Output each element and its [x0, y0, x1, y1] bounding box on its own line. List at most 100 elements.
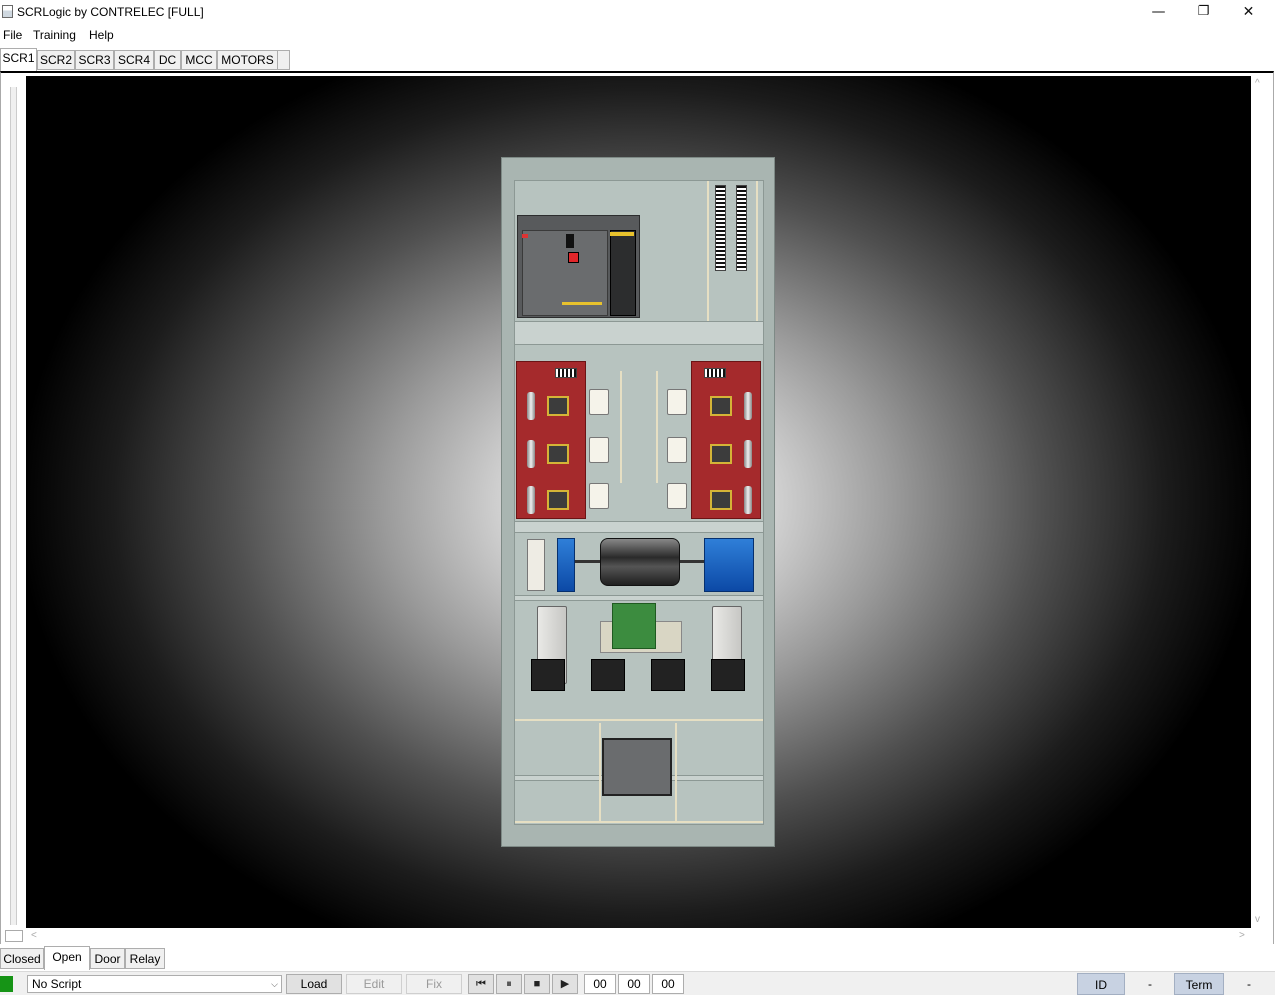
control-transformer[interactable] — [602, 738, 672, 796]
stop-icon[interactable]: ■ — [524, 974, 550, 994]
control-wire — [707, 181, 709, 321]
timer-seconds: 00 — [652, 974, 684, 994]
snubber-capacitor — [744, 392, 752, 420]
scroll-up-arrow[interactable]: ^ — [1255, 78, 1260, 89]
thyristor-module[interactable] — [547, 444, 569, 464]
menu-bar: File Training Help — [0, 25, 1275, 47]
title-bar: SCRLogic by CONTRELEC [FULL] — ❐ ✕ — [0, 0, 1275, 25]
breaker-trip-unit — [610, 230, 636, 316]
timer-minutes: 00 — [618, 974, 650, 994]
script-select-value: No Script — [32, 977, 82, 991]
tab-scr2[interactable]: SCR2 — [37, 50, 75, 70]
scr-bridge-compartment — [515, 349, 763, 519]
pause-icon[interactable]: ⏸ — [496, 974, 522, 994]
menu-file[interactable]: File — [2, 28, 23, 42]
play-icon[interactable]: ▶ — [552, 974, 578, 994]
load-button[interactable]: Load — [286, 974, 342, 994]
gate-terminal[interactable] — [704, 368, 726, 378]
horizontal-scrollbar[interactable]: < > — [27, 930, 1250, 942]
fix-button[interactable]: Fix — [406, 974, 462, 994]
tab-mcc[interactable]: MCC — [181, 50, 217, 70]
breaker-logo — [522, 234, 528, 238]
motor-shaft — [575, 560, 601, 563]
right-scrollbar[interactable]: ^ v — [1251, 76, 1267, 928]
semiconductor-fuse[interactable] — [667, 437, 687, 463]
tab-motors[interactable]: MOTORS — [217, 50, 278, 70]
blower-motor[interactable] — [600, 538, 680, 586]
semiconductor-fuse[interactable] — [589, 437, 609, 463]
maximize-button[interactable]: ❐ — [1181, 0, 1226, 24]
scroll-corner — [5, 930, 23, 942]
scr-heatsink-left[interactable] — [516, 361, 586, 519]
script-select[interactable]: No Script ⌵ — [27, 975, 282, 993]
thyristor-module[interactable] — [710, 444, 732, 464]
semiconductor-fuse[interactable] — [589, 483, 609, 509]
compartment-divider — [515, 521, 763, 533]
gate-terminal[interactable] — [555, 368, 577, 378]
menu-training[interactable]: Training — [32, 28, 77, 42]
control-relay[interactable] — [527, 539, 545, 591]
vertical-scrollbar[interactable] — [10, 87, 17, 925]
motor-shaft — [680, 560, 704, 563]
id-label: ID — [1077, 973, 1125, 995]
bus-wire — [656, 371, 658, 483]
terminal-block-b[interactable] — [736, 185, 747, 271]
breaker-handle — [566, 234, 574, 248]
panel-viewport[interactable] — [26, 76, 1251, 928]
tab-dc[interactable]: DC — [154, 50, 181, 70]
view-tab-closed[interactable]: Closed — [0, 948, 44, 969]
minimize-button[interactable]: — — [1136, 0, 1181, 24]
rewind-icon[interactable]: ⏮ — [468, 974, 494, 994]
thyristor-module[interactable] — [710, 490, 732, 510]
panel-tab-bar: SCR1 SCR2 SCR3 SCR4 DC MCC MOTORS — [0, 48, 1275, 71]
bus-wire — [515, 719, 763, 721]
tab-scr3[interactable]: SCR3 — [75, 50, 114, 70]
transformer-compartment — [515, 723, 763, 823]
tab-scr1[interactable]: SCR1 — [0, 48, 37, 71]
thyristor-module[interactable] — [710, 396, 732, 416]
breaker-trip-button[interactable] — [568, 252, 579, 263]
scr-heatsink-right[interactable] — [691, 361, 761, 519]
semiconductor-fuse[interactable] — [667, 483, 687, 509]
scroll-right-arrow[interactable]: > — [1239, 930, 1245, 941]
control-wire — [675, 723, 677, 823]
tab-scr4[interactable]: SCR4 — [114, 50, 154, 70]
tab-strip-end — [278, 50, 290, 70]
thyristor-module[interactable] — [547, 490, 569, 510]
snubber-capacitor — [744, 440, 752, 468]
terminal-block-a[interactable] — [715, 185, 726, 271]
air-duct-left — [557, 538, 575, 592]
scr-cabinet[interactable] — [501, 157, 775, 847]
breaker-nameplate — [562, 302, 602, 305]
term-value: - — [1247, 977, 1251, 991]
snubber-capacitor — [527, 486, 535, 514]
bus-wire — [515, 821, 763, 823]
auxiliary-contact[interactable] — [531, 659, 565, 691]
snubber-capacitor — [527, 392, 535, 420]
view-tab-bar: Closed Open Door Relay — [0, 946, 1275, 971]
blower-compartment — [515, 533, 763, 593]
menu-help[interactable]: Help — [88, 28, 115, 42]
control-wire — [756, 181, 758, 321]
scroll-left-arrow[interactable]: < — [31, 930, 37, 941]
auxiliary-contact[interactable] — [711, 659, 745, 691]
view-tab-door[interactable]: Door — [90, 948, 125, 969]
firing-board[interactable] — [612, 603, 656, 649]
main-circuit-breaker[interactable] — [517, 215, 640, 318]
control-wire — [599, 723, 601, 823]
view-tab-open[interactable]: Open — [44, 946, 90, 970]
snubber-capacitor — [744, 486, 752, 514]
auxiliary-contact[interactable] — [591, 659, 625, 691]
bus-wire — [620, 371, 622, 483]
auxiliary-contact[interactable] — [651, 659, 685, 691]
semiconductor-fuse[interactable] — [667, 389, 687, 415]
air-duct-right — [704, 538, 754, 592]
scroll-down-arrow[interactable]: v — [1255, 914, 1260, 925]
close-button[interactable]: ✕ — [1226, 0, 1271, 24]
edit-button[interactable]: Edit — [346, 974, 402, 994]
status-indicator-led — [0, 976, 13, 992]
view-tab-relay[interactable]: Relay — [125, 948, 165, 969]
semiconductor-fuse[interactable] — [589, 389, 609, 415]
app-icon — [2, 5, 13, 18]
thyristor-module[interactable] — [547, 396, 569, 416]
